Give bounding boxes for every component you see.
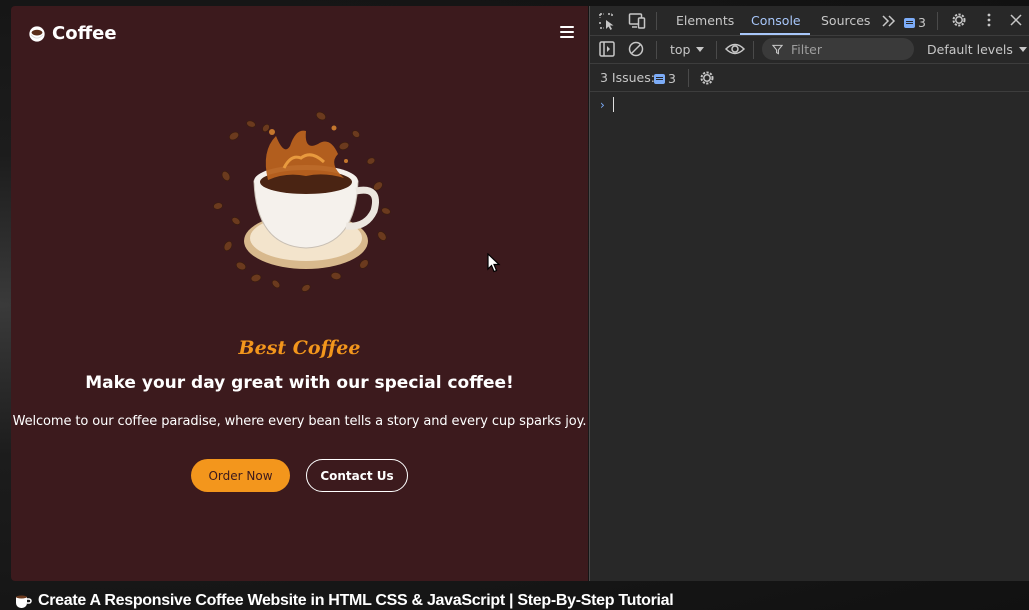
- dropdown-caret-icon: [1018, 47, 1027, 52]
- contact-us-button[interactable]: Contact Us: [306, 459, 408, 492]
- video-title-text: Create A Responsive Coffee Website in HT…: [38, 592, 674, 609]
- message-icon: [654, 73, 665, 84]
- message-icon: [904, 17, 915, 28]
- prompt-chevron-icon: ›: [600, 97, 605, 112]
- mouse-pointer-icon: [487, 253, 501, 273]
- toolbar-divider: [656, 41, 657, 59]
- filter-icon: [772, 44, 783, 55]
- tab-console[interactable]: Console: [751, 13, 801, 28]
- site-logo[interactable]: Coffee: [28, 23, 117, 44]
- toolbar-divider: [656, 12, 657, 30]
- kebab-menu-icon[interactable]: [980, 11, 998, 29]
- issues-badge[interactable]: 3: [904, 15, 926, 30]
- website-preview: Coffee Best Coffee Make your day great w…: [11, 6, 588, 581]
- device-toggle-icon[interactable]: [628, 12, 646, 30]
- inspect-icon[interactable]: [598, 12, 616, 30]
- site-brand-name: Coffee: [52, 23, 117, 44]
- console-toolbar: top Filter Default levels: [590, 36, 1029, 64]
- devtools-panel: Elements Console Sources 3 top Filter De…: [589, 6, 1029, 581]
- devtools-tab-bar: Elements Console Sources 3: [590, 6, 1029, 36]
- settings-icon[interactable]: [950, 11, 968, 29]
- toolbar-divider: [937, 12, 938, 30]
- eye-icon[interactable]: [724, 40, 746, 58]
- hero-buttons: Order Now Contact Us: [11, 459, 588, 492]
- sidebar-icon[interactable]: [598, 40, 616, 58]
- toolbar-divider: [753, 41, 754, 59]
- tab-elements[interactable]: Elements: [676, 13, 734, 28]
- filter-input[interactable]: Filter: [762, 38, 914, 60]
- log-levels-value: Default levels: [927, 42, 1013, 57]
- coffee-cup-icon: [16, 595, 32, 608]
- clear-console-icon[interactable]: [627, 40, 645, 58]
- hero-tagline: Best Coffee: [238, 337, 361, 359]
- order-now-button[interactable]: Order Now: [191, 459, 290, 492]
- issues-bar: 3 Issues: 3: [590, 64, 1029, 92]
- context-selector[interactable]: top: [670, 42, 705, 57]
- dropdown-caret-icon: [696, 47, 705, 52]
- filter-placeholder: Filter: [791, 41, 822, 57]
- hero-headline: Make your day great with our special cof…: [85, 373, 514, 393]
- text-caret: [612, 97, 614, 112]
- hero-description: Welcome to our coffee paradise, where ev…: [12, 414, 587, 429]
- tab-sources[interactable]: Sources: [821, 13, 870, 28]
- site-navbar: Coffee: [11, 6, 588, 61]
- toolbar-divider: [716, 41, 717, 59]
- issues-count: 3: [668, 71, 676, 86]
- context-selector-value: top: [670, 42, 691, 57]
- issues-count-badge[interactable]: 3: [654, 71, 676, 86]
- coffee-cup-icon: [29, 25, 45, 42]
- more-tabs-icon[interactable]: [880, 12, 898, 30]
- hamburger-menu-icon[interactable]: [560, 26, 574, 38]
- coffee-cup-hero-image: [213, 111, 391, 292]
- console-input[interactable]: ›: [600, 97, 614, 112]
- video-title: Create A Responsive Coffee Website in HT…: [14, 592, 674, 610]
- log-levels-dropdown[interactable]: Default levels: [927, 42, 1027, 57]
- issues-settings-icon[interactable]: [698, 69, 716, 87]
- close-icon[interactable]: [1007, 11, 1025, 29]
- issues-badge-count: 3: [918, 15, 926, 30]
- active-tab-indicator: [740, 33, 810, 35]
- issues-label: 3 Issues:: [600, 70, 655, 85]
- toolbar-divider: [688, 69, 689, 87]
